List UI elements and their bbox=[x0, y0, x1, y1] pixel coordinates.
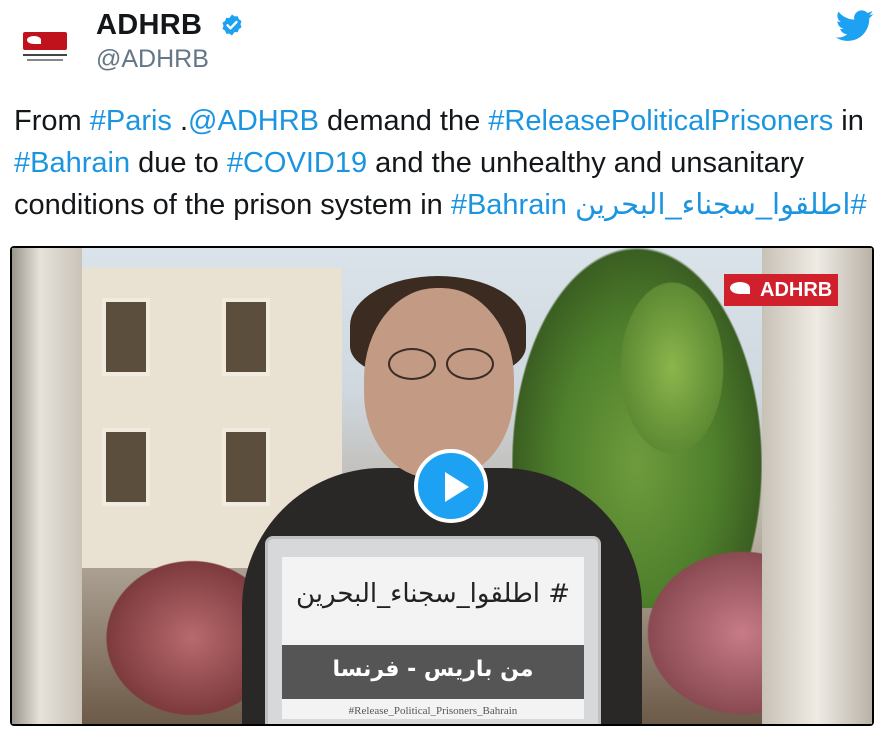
tweet-text-segment bbox=[567, 189, 575, 221]
laptop-city-arabic: من باريس - فرنسا bbox=[332, 657, 534, 682]
mention-link[interactable]: @ADHRB bbox=[188, 105, 319, 137]
tweet-text-segment: demand the bbox=[319, 105, 489, 137]
laptop-hashtag-arabic: # اطلقوا_سجناء_البحرين bbox=[295, 579, 571, 609]
hashtag-link[interactable]: #Paris bbox=[90, 105, 172, 137]
window-frame bbox=[12, 248, 82, 724]
tweet-header: ADHRB @ADHRB bbox=[0, 0, 894, 90]
laptop: # اطلقوا_سجناء_البحرين من باريس - فرنسا … bbox=[265, 536, 601, 724]
hashtag-link[interactable]: #ReleasePoliticalPrisoners bbox=[488, 105, 833, 137]
video-player[interactable]: # اطلقوا_سجناء_البحرين من باريس - فرنسا … bbox=[10, 246, 874, 726]
tweet-text-segment: . bbox=[171, 105, 189, 137]
window-frame bbox=[762, 248, 872, 724]
hashtag-link[interactable]: #Bahrain bbox=[451, 189, 567, 221]
adhrb-logo-icon bbox=[19, 26, 71, 64]
tweet-text: From #Paris .@ADHRB demand the #ReleaseP… bbox=[14, 100, 884, 226]
watermark-label: ADHRB bbox=[754, 274, 839, 306]
verified-badge-icon bbox=[222, 14, 242, 36]
laptop-screen: # اطلقوا_سجناء_البحرين من باريس - فرنسا … bbox=[282, 557, 584, 719]
tweet-text-segment: due to bbox=[130, 147, 227, 179]
play-button[interactable] bbox=[414, 449, 488, 523]
account-handle[interactable]: @ADHRB bbox=[96, 44, 209, 74]
twitter-bird-icon[interactable] bbox=[836, 10, 874, 42]
tweet-text-segment: From bbox=[14, 105, 90, 137]
glasses bbox=[384, 348, 494, 380]
play-icon bbox=[445, 472, 469, 502]
adhrb-watermark: ADHRB bbox=[724, 274, 839, 306]
person-face bbox=[364, 288, 514, 478]
laptop-hashtag-english: #Release_Political_Prisoners_Bahrain bbox=[348, 705, 518, 717]
hashtag-link[interactable]: #Bahrain bbox=[14, 147, 130, 179]
account-name[interactable]: ADHRB bbox=[96, 8, 202, 42]
hashtag-link[interactable]: #اطلقوا_سجناء_البحرين bbox=[575, 189, 867, 221]
hashtag-link[interactable]: #COVID19 bbox=[227, 147, 367, 179]
tweet-text-segment: in bbox=[833, 105, 864, 137]
avatar[interactable] bbox=[14, 14, 76, 76]
